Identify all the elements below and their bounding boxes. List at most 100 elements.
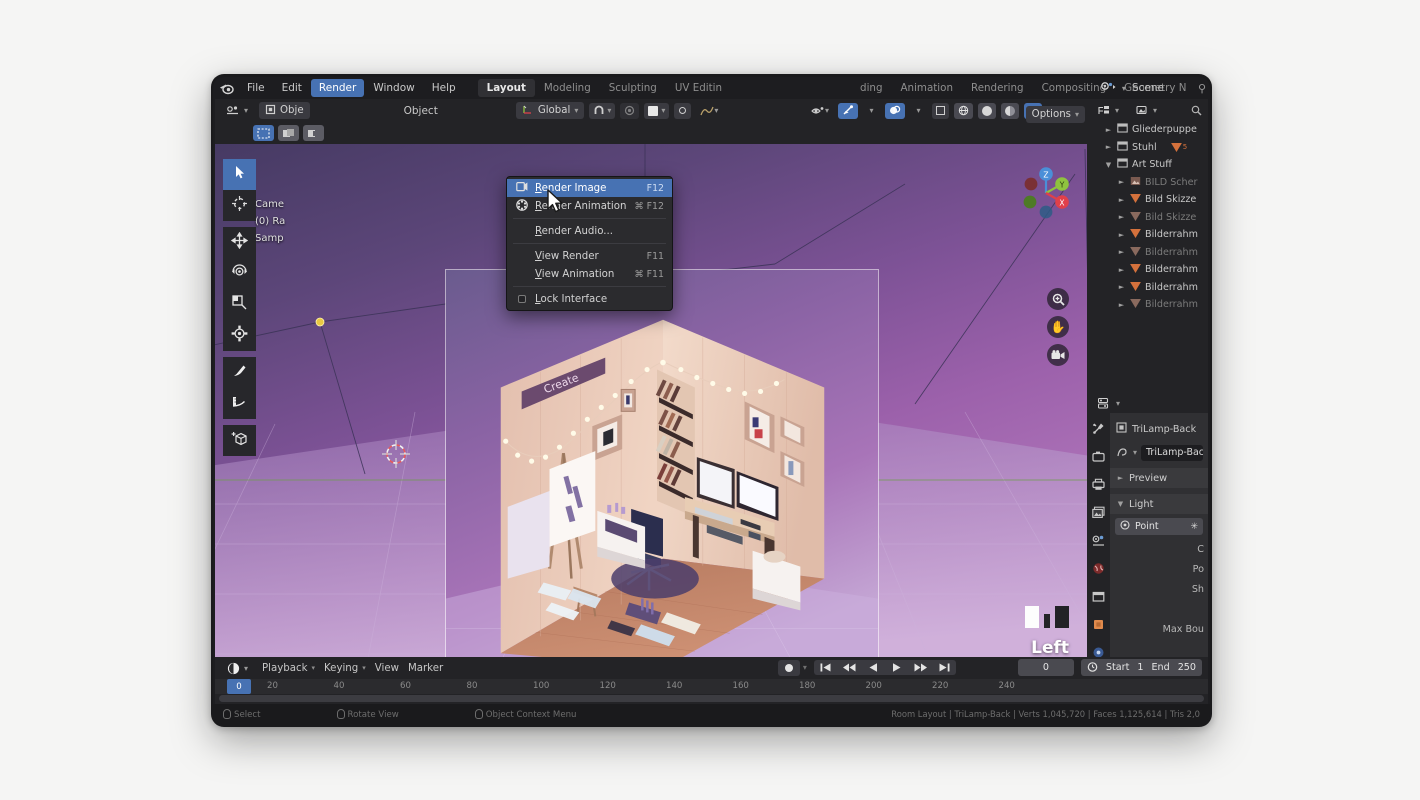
timeline-editor[interactable]: ▾ Playback▾ Keying▾ View Marker ▾ 0 (215, 657, 1208, 704)
pan-hand-icon[interactable]: ✋ (1047, 316, 1069, 338)
menu-item-render-animation[interactable]: Render Animation⌘ F12 (507, 197, 672, 215)
timeline-editor-icon[interactable]: ▾ (221, 660, 254, 677)
scene-tab[interactable] (1092, 532, 1105, 551)
chevron-right-icon[interactable]: ► (1104, 143, 1113, 151)
tool-tab[interactable] (1092, 420, 1105, 439)
checkbox-icon[interactable] (518, 295, 526, 303)
start-frame-value[interactable]: 1 (1137, 662, 1143, 673)
timeline-scrollbar[interactable] (219, 695, 1204, 702)
chevron-down-icon[interactable]: ▾ (1122, 84, 1126, 93)
playhead[interactable]: 0 (227, 679, 251, 694)
color-swatches[interactable] (1025, 606, 1069, 628)
menu-help[interactable]: Help (424, 79, 464, 97)
gizmo-icon[interactable] (838, 103, 858, 119)
transform-tool[interactable] (223, 320, 256, 351)
camera-frame[interactable]: Create (445, 269, 879, 674)
prev-keyframe-icon[interactable] (837, 660, 862, 675)
scene-icon[interactable] (1100, 81, 1116, 96)
chevron-right-icon[interactable]: ► (1117, 301, 1126, 309)
gizmo-dropdown[interactable]: ▾ (863, 103, 880, 119)
render-menu-dropdown[interactable]: Render ImageF12Render Animation⌘ F12 Rend… (506, 176, 673, 311)
menu-item-render-image[interactable]: Render ImageF12 (507, 179, 672, 197)
properties-editor-icon[interactable]: ▾ (1092, 395, 1126, 412)
outliner-item-bild-skizze[interactable]: ►Bild Skizze (1087, 191, 1208, 209)
properties-section-preview[interactable]: ►Preview (1110, 468, 1208, 488)
chevron-down-icon[interactable]: ▾ (362, 664, 366, 672)
select-subtract-mode-icon[interactable] (303, 125, 324, 141)
outliner-display-icon[interactable]: ▾ (1092, 102, 1125, 119)
chevron-right-icon[interactable]: ► (1117, 196, 1126, 204)
solid-icon[interactable] (978, 103, 996, 119)
camera-view-icon[interactable] (1047, 344, 1069, 366)
chevron-down-icon[interactable]: ▼ (1104, 161, 1113, 169)
chevron-down-icon[interactable]: ▾ (311, 664, 315, 672)
select-extend-mode-icon[interactable] (278, 125, 299, 141)
scale-tool[interactable] (223, 289, 256, 320)
workspace-tab-animation[interactable]: Animation (892, 79, 963, 97)
xray-icon[interactable] (932, 103, 949, 119)
outliner-item-bilderrahm[interactable]: ►Bilderrahm (1087, 296, 1208, 314)
workspace-tab-modeling[interactable]: Modeling (535, 79, 600, 97)
select-box-mode-icon[interactable] (253, 125, 274, 141)
workspace-tab-rendering[interactable]: Rendering (962, 79, 1033, 97)
shadow-field[interactable]: Sh (1110, 579, 1208, 599)
sun-icon[interactable]: ✳ (1190, 522, 1198, 532)
snap-target-icon[interactable] (674, 103, 691, 119)
chevron-down-icon[interactable]: ▼ (1116, 500, 1125, 508)
chevron-right-icon[interactable]: ► (1104, 126, 1113, 134)
chevron-right-icon[interactable]: ► (1116, 474, 1125, 482)
outliner-item-art-stuff[interactable]: ▼Art Stuff (1087, 156, 1208, 174)
outliner-item-bilderrahm[interactable]: ►Bilderrahm (1087, 279, 1208, 297)
pivot-point-icon[interactable]: ▾ (644, 103, 669, 119)
timeline-menu-marker[interactable]: Marker (408, 663, 443, 674)
chevron-right-icon[interactable]: ► (1117, 266, 1126, 274)
add-cube-tool[interactable] (223, 425, 256, 456)
visibility-icon[interactable]: ▾ (807, 103, 833, 119)
chevron-right-icon[interactable]: ► (1117, 231, 1126, 239)
outliner-item-gliederpuppe[interactable]: ►Gliederpuppe (1087, 121, 1208, 139)
menu-render[interactable]: Render (311, 79, 364, 97)
power-field[interactable]: Po (1110, 559, 1208, 579)
play-reverse-icon[interactable] (862, 660, 885, 675)
search-icon[interactable] (1191, 101, 1202, 120)
workspace-tab-ding[interactable]: ding (851, 79, 891, 97)
timeline-menu-view[interactable]: View (375, 663, 399, 674)
falloff-curve-icon[interactable]: ▾ (696, 103, 722, 119)
annotate-tool[interactable] (223, 357, 256, 388)
collection-tab[interactable] (1092, 588, 1105, 607)
viewport-menu-object[interactable]: Object (396, 102, 446, 120)
timeline-menu-keying[interactable]: Keying▾ (324, 663, 366, 674)
play-icon[interactable] (885, 660, 908, 675)
menu-edit[interactable]: Edit (274, 79, 310, 97)
swatch-white[interactable] (1025, 606, 1039, 628)
menu-item-lock-interface[interactable]: Lock Interface (507, 290, 672, 308)
properties-body[interactable]: TriLamp-Back ▾ TriLamp-Bac ►Preview▼Ligh… (1110, 413, 1208, 677)
max-bounces-field[interactable]: Max Bou (1110, 619, 1208, 639)
menu-item-view-animation[interactable]: View Animation⌘ F11 (507, 265, 672, 283)
scene-name-label[interactable]: Scene (1132, 82, 1164, 94)
overlays-dropdown[interactable]: ▾ (910, 103, 927, 119)
timeline-menu-playback[interactable]: Playback▾ (262, 663, 315, 674)
material-preview-icon[interactable] (1001, 103, 1019, 119)
properties-sections[interactable]: ►Preview▼LightPoint✳CPoShMax Bou▼Beam Sh… (1110, 468, 1208, 677)
navigation-gizmo[interactable]: Z Y X (1015, 162, 1077, 224)
chevron-right-icon[interactable]: ► (1117, 213, 1126, 221)
chevron-right-icon[interactable]: ► (1117, 178, 1126, 186)
options-button[interactable]: Options ▾ (1026, 106, 1085, 123)
timeline-ruler[interactable]: 20406080100120140160180200220240 0 (215, 679, 1208, 694)
jump-start-icon[interactable] (814, 660, 837, 675)
workspace-tab-uv-editin[interactable]: UV Editin (666, 79, 731, 97)
editor-type-3dview-icon[interactable]: ▾ (220, 102, 254, 119)
properties-tab-column[interactable] (1087, 413, 1110, 677)
workspace-tab-layout[interactable]: Layout (478, 79, 535, 97)
proportional-edit-icon[interactable] (620, 103, 639, 119)
menu-item-view-render[interactable]: View RenderF11 (507, 247, 672, 265)
world-tab[interactable] (1092, 560, 1105, 579)
end-frame-value[interactable]: 250 (1178, 662, 1196, 673)
tweak-select-tool[interactable] (223, 159, 256, 190)
menu-file[interactable]: File (239, 79, 273, 97)
object-tab[interactable] (1092, 616, 1105, 635)
menu-item-render-audio[interactable]: Render Audio... (507, 222, 672, 240)
outliner-item-bild-scher[interactable]: ►BILD Scher (1087, 174, 1208, 192)
properties-section-light[interactable]: ▼Light (1110, 494, 1208, 514)
